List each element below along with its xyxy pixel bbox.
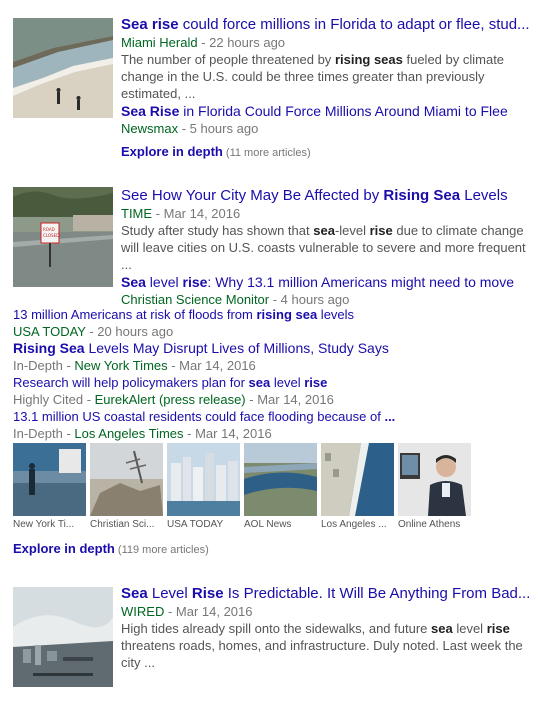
- story-3-snippet: High tides already spill onto the sidewa…: [121, 621, 523, 670]
- article-count: (11 more articles): [222, 147, 311, 159]
- more-article-4-link[interactable]: 13.1 million US coastal residents could …: [13, 408, 528, 425]
- gallery-image-flooded-street[interactable]: [13, 443, 86, 516]
- more-article-3-link[interactable]: Research will help policymakers plan for…: [13, 374, 528, 391]
- story-2-meta: TIME - Mar 14, 2016: [121, 205, 532, 222]
- gallery-item[interactable]: USA TODAY: [167, 443, 240, 531]
- explore-in-depth-link[interactable]: Explore in depth: [121, 144, 223, 159]
- gallery-item[interactable]: Online Athens: [398, 443, 471, 531]
- gallery-caption: New York Ti...: [13, 519, 75, 530]
- gallery-caption: Los Angeles ...: [321, 519, 387, 530]
- story-2-more-articles: 13 million Americans at risk of floods f…: [13, 306, 528, 442]
- story-2-snippet: Study after study has shown that sea-lev…: [121, 223, 526, 272]
- story-1-source: Miami Herald: [121, 35, 198, 50]
- story-2-image-gallery: New York Ti... Christian Sci... USA TODA…: [13, 443, 471, 531]
- gallery-image-aerial-coast[interactable]: [244, 443, 317, 516]
- story-3-meta: WIRED - Mar 14, 2016: [121, 603, 532, 620]
- story-2-related-link[interactable]: Sea level rise: Why 13.1 million America…: [121, 274, 532, 291]
- story-1-title-link[interactable]: Sea rise could force millions in Florida…: [121, 16, 532, 34]
- explore-in-depth-link[interactable]: Explore in depth: [13, 541, 115, 556]
- story-3-time: - Mar 14, 2016: [164, 604, 253, 619]
- gallery-item[interactable]: Los Angeles ...: [321, 443, 394, 531]
- story-1-related-meta: Newsmax - 5 hours ago: [121, 121, 259, 136]
- story-2-time: - Mar 14, 2016: [152, 206, 241, 221]
- gallery-item[interactable]: AOL News: [244, 443, 317, 531]
- gallery-caption: Christian Sci...: [90, 519, 155, 530]
- story-2-source: TIME: [121, 206, 153, 221]
- more-article-3-meta: Highly Cited - EurekAlert (press release…: [13, 392, 334, 407]
- more-article-2-meta: In-Depth - New York Times - Mar 14, 2016: [13, 358, 256, 373]
- story-2-explore: Explore in depth (119 more articles): [13, 540, 209, 559]
- gallery-caption: Online Athens: [398, 519, 461, 530]
- story-1-related-link[interactable]: Sea Rise in Florida Could Force Millions…: [121, 103, 532, 120]
- story-1-snippet: The number of people threatened by risin…: [121, 52, 505, 101]
- more-article-2-link[interactable]: Rising Sea Levels May Disrupt Lives of M…: [13, 340, 528, 357]
- gallery-item[interactable]: Christian Sci...: [90, 443, 163, 531]
- more-article-4-meta: In-Depth - Los Angeles Times - Mar 14, 2…: [13, 426, 272, 441]
- story-1-meta: Miami Herald - 22 hours ago: [121, 34, 532, 51]
- story-3-thumbnail[interactable]: [13, 587, 113, 687]
- article-count: (119 more articles): [114, 544, 209, 556]
- gallery-image-person-at-desk[interactable]: [398, 443, 471, 516]
- gallery-image-coastline[interactable]: [321, 443, 394, 516]
- story-2-thumbnail[interactable]: ROAD CLOSED: [13, 187, 113, 287]
- gallery-caption: USA TODAY: [167, 519, 224, 530]
- story-3-source: WIRED: [121, 604, 165, 619]
- gallery-item[interactable]: New York Ti...: [13, 443, 86, 531]
- svg-text:ROAD: ROAD: [43, 227, 55, 232]
- story-1-thumbnail[interactable]: [13, 18, 113, 118]
- gallery-image-storm-beach[interactable]: [90, 443, 163, 516]
- story-2-title-link[interactable]: See How Your City May Be Affected by Ris…: [121, 187, 532, 205]
- more-article-1-link[interactable]: 13 million Americans at risk of floods f…: [13, 306, 528, 323]
- gallery-caption: AOL News: [244, 519, 292, 530]
- story-1-time: - 22 hours ago: [197, 35, 286, 50]
- more-article-1-meta: USA TODAY - 20 hours ago: [13, 324, 174, 339]
- story-1-explore: Explore in depth (11 more articles): [121, 143, 532, 162]
- svg-text:CLOSED: CLOSED: [43, 233, 59, 238]
- story-3-title-link[interactable]: Sea Level Rise Is Predictable. It Will B…: [121, 585, 532, 603]
- gallery-image-city-skyline[interactable]: [167, 443, 240, 516]
